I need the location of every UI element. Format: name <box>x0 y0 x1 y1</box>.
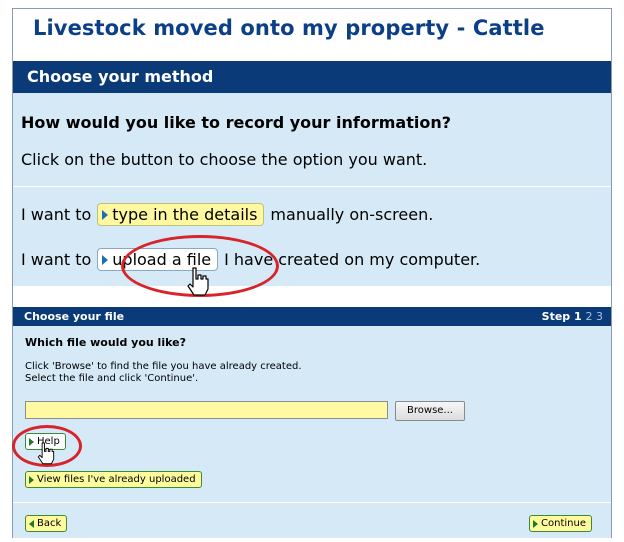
back-label: Back <box>37 518 62 529</box>
view-uploaded-files-button[interactable]: View files I've already uploaded <box>25 471 202 488</box>
option-upload-suffix: I have created on my computer. <box>224 250 481 269</box>
triangle-right-icon <box>29 437 34 446</box>
file-question: Which file would you like? <box>25 336 186 349</box>
file-path-input[interactable] <box>25 401 388 419</box>
browse-button[interactable]: Browse... <box>395 401 465 421</box>
upload-file-button[interactable]: upload a file <box>97 248 219 271</box>
option-upload-prefix: I want to <box>21 250 92 269</box>
back-button[interactable]: Back <box>25 515 68 532</box>
divider <box>13 502 611 503</box>
option-type-suffix: manually on-screen. <box>270 205 434 224</box>
view-uploaded-files-label: View files I've already uploaded <box>37 474 196 485</box>
continue-button[interactable]: Continue <box>529 515 592 532</box>
type-details-label: type in the details <box>112 205 258 224</box>
continue-label: Continue <box>541 518 586 529</box>
triangle-right-icon <box>102 209 109 220</box>
help-button[interactable]: Help <box>25 433 66 450</box>
file-header-bar: Choose your file Step 1 2 3 <box>13 307 611 326</box>
instruction-line-2: Select the file and click 'Continue'. <box>25 373 199 384</box>
help-label: Help <box>37 436 60 447</box>
file-panel <box>13 326 611 538</box>
method-question: How would you like to record your inform… <box>21 113 451 132</box>
step-rest: 2 3 <box>585 310 604 323</box>
method-hint: Click on the button to choose the option… <box>21 150 428 169</box>
triangle-left-icon <box>29 519 34 528</box>
step-current: 1 <box>574 310 582 323</box>
divider <box>13 186 611 187</box>
option-type-prefix: I want to <box>21 205 92 224</box>
method-header-bar: Choose your method <box>13 61 611 93</box>
page-title: Livestock moved onto my property - Cattl… <box>33 16 545 40</box>
file-header: Choose your file <box>24 310 125 323</box>
triangle-right-icon <box>29 475 34 484</box>
upload-file-label: upload a file <box>112 250 212 269</box>
instruction-line-1: Click 'Browse' to find the file you have… <box>25 361 302 372</box>
step-label: Step <box>541 310 571 323</box>
triangle-right-icon <box>102 254 109 265</box>
method-header: Choose your method <box>27 67 214 86</box>
step-indicator: Step 1 2 3 <box>542 310 603 323</box>
type-details-button[interactable]: type in the details <box>97 203 265 226</box>
option-upload-row: I want to upload a file I have created o… <box>21 248 480 271</box>
option-type-row: I want to type in the details manually o… <box>21 203 433 226</box>
triangle-right-icon <box>533 519 538 528</box>
